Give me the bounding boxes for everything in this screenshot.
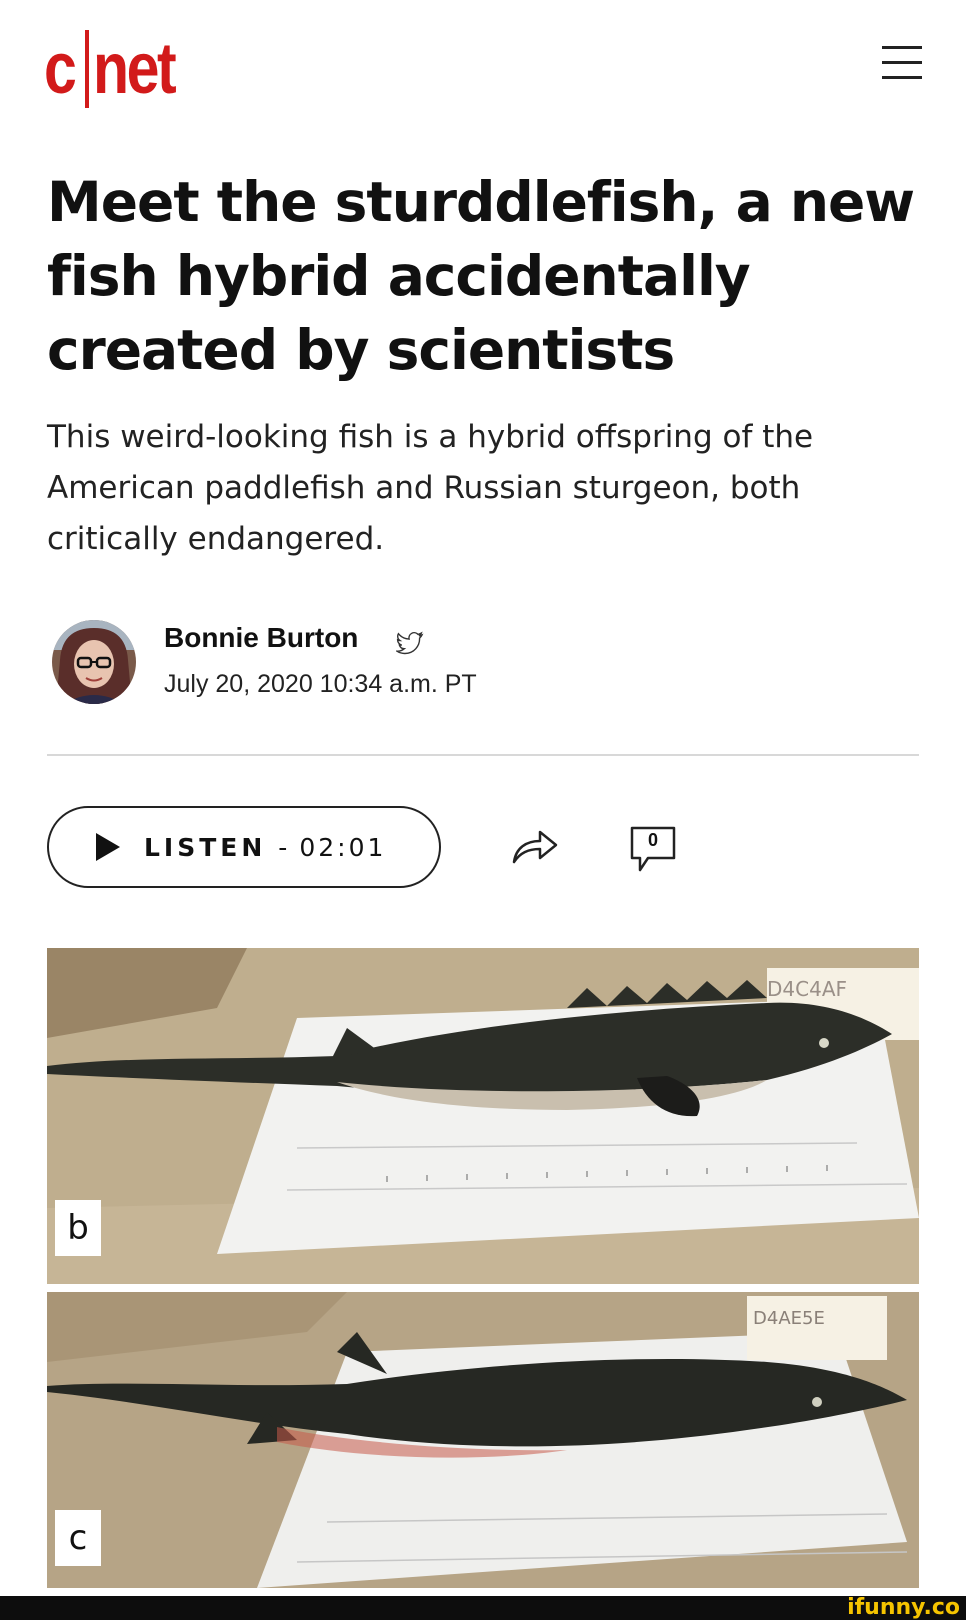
logo-divider (85, 30, 90, 108)
author-name[interactable]: Bonnie Burton (164, 622, 358, 654)
article-dek: This weird-looking fish is a hybrid offs… (47, 419, 814, 557)
panel-label-b: b (55, 1200, 101, 1256)
panel-label-c: c (55, 1510, 101, 1566)
article-headline: Meet the sturddlefish, a new fish hybrid… (47, 170, 915, 382)
ifunny-watermark: ifunny.co (847, 1595, 960, 1620)
play-icon (96, 833, 120, 861)
author-avatar[interactable] (52, 620, 136, 704)
comment-count: 0 (647, 830, 658, 850)
watermark-bar: ifunny.co (0, 1596, 966, 1620)
twitter-icon[interactable] (394, 631, 424, 655)
logo-net: net (93, 29, 177, 109)
listen-duration: 02:01 (299, 832, 387, 862)
byline-divider (47, 754, 919, 756)
sturddlefish-photo-b: D4C4AF b (47, 948, 919, 1284)
comments-button[interactable]: 0 (628, 824, 678, 878)
listen-label: LISTEN (144, 832, 267, 862)
listen-button[interactable]: LISTEN - 02:01 (47, 806, 441, 888)
tag-b: D4C4AF (767, 977, 847, 1001)
site-header: c net (0, 0, 966, 110)
sturddlefish-photo-c: D4AE5E c (47, 1292, 919, 1588)
hamburger-menu-icon[interactable] (882, 46, 922, 80)
tag-c: D4AE5E (753, 1308, 825, 1329)
publish-date: July 20, 2020 10:34 a.m. PT (164, 670, 477, 698)
share-icon[interactable] (510, 826, 560, 866)
cnet-logo[interactable]: c net (44, 26, 192, 112)
logo-c: c (44, 29, 77, 109)
listen-separator: - (278, 832, 288, 862)
